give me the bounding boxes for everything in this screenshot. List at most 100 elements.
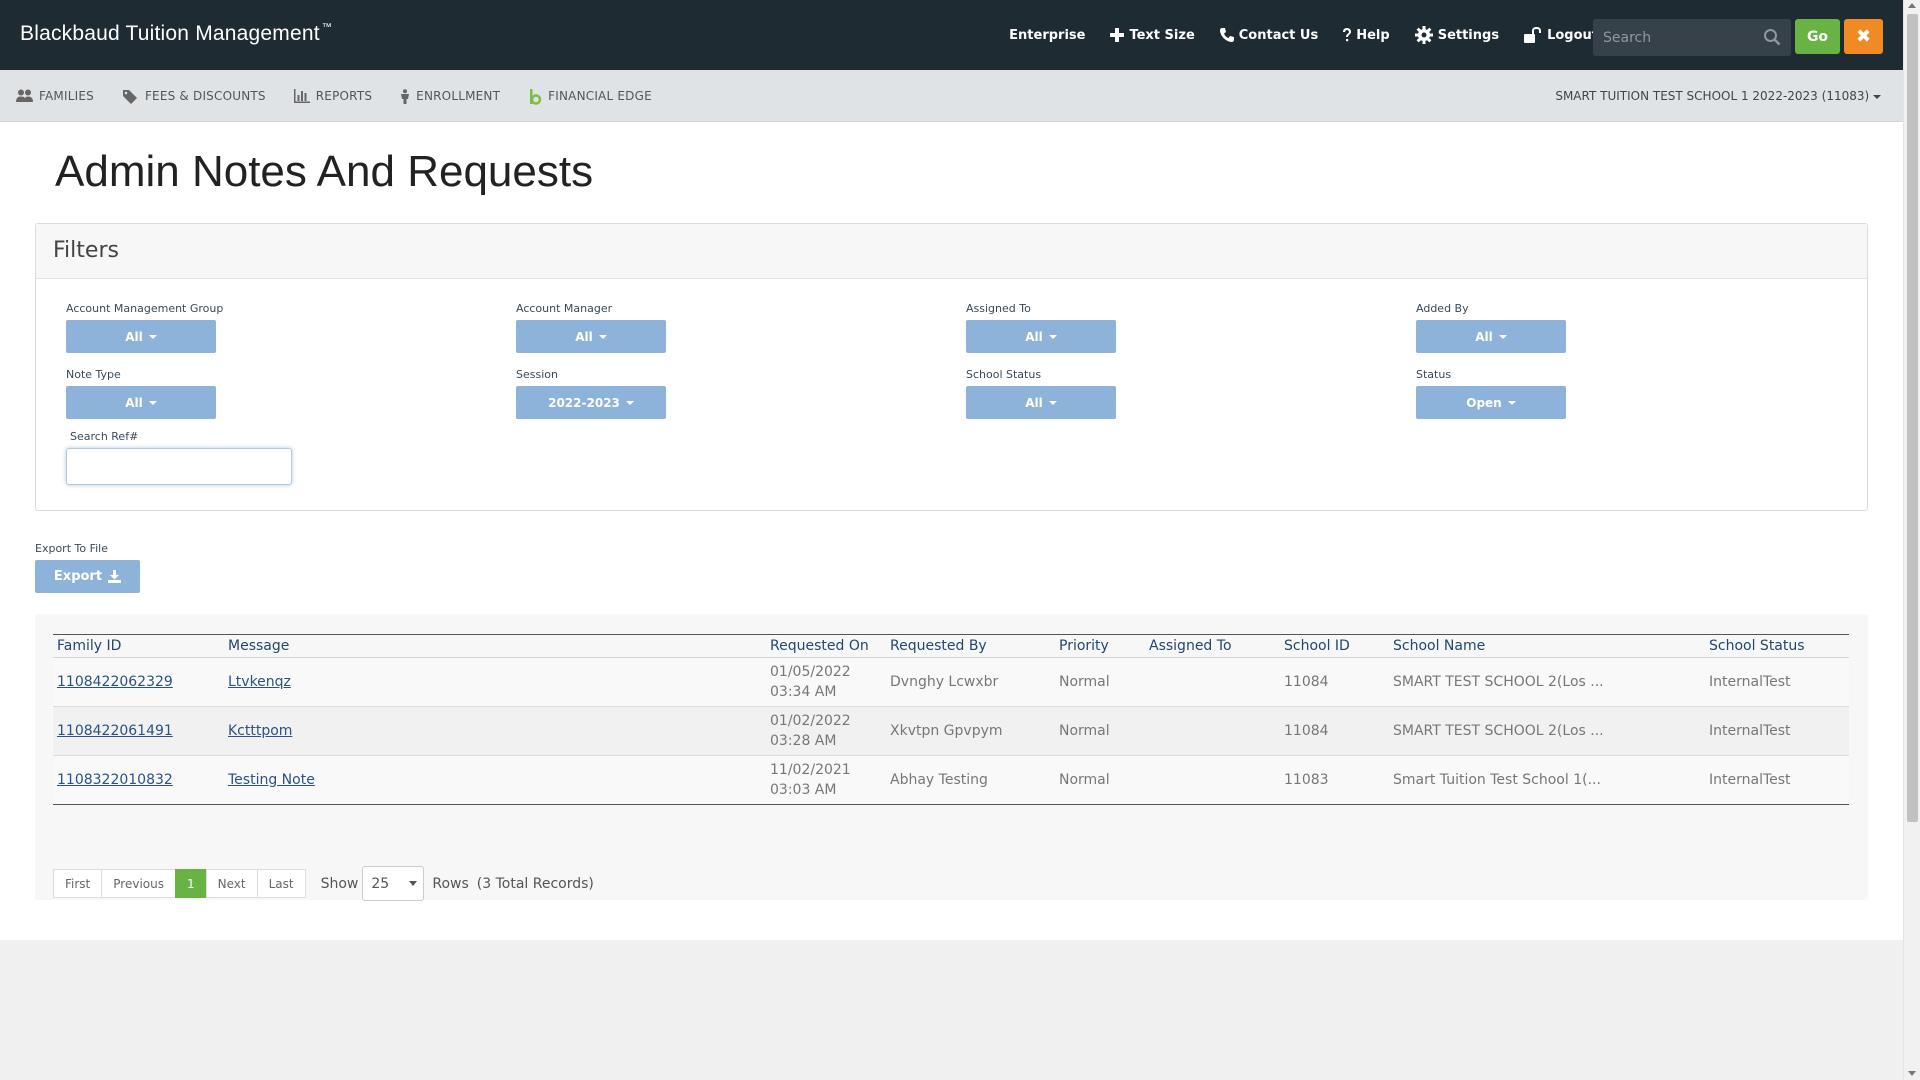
- text-size-link[interactable]: Text Size: [1109, 27, 1195, 43]
- requested-date: 01/02/2022: [770, 713, 851, 729]
- message-cell: Kctttpom: [224, 706, 766, 756]
- close-search-button[interactable]: ✖: [1844, 19, 1883, 54]
- nav-families-label: FAMILIES: [39, 89, 94, 103]
- account-manager-dropdown[interactable]: All: [516, 320, 666, 353]
- family-id-link[interactable]: 1108422061491: [57, 723, 173, 739]
- current-page-button[interactable]: 1: [174, 869, 207, 898]
- dropdown-value: All: [575, 329, 593, 344]
- message-cell: Testing Note: [224, 755, 766, 805]
- help-link[interactable]: Help: [1342, 27, 1390, 43]
- filter-label: Assigned To: [966, 302, 1031, 315]
- school-selector-dropdown[interactable]: SMART TUITION TEST SCHOOL 1 2022-2023 (1…: [1555, 89, 1881, 103]
- page-scrollbar[interactable]: [1903, 0, 1920, 1080]
- column-header-priority[interactable]: Priority: [1055, 634, 1145, 658]
- family-id-link[interactable]: 1108422062329: [57, 674, 173, 690]
- next-page-button[interactable]: Next: [205, 869, 258, 898]
- filter-note-type: Note Type All: [66, 368, 216, 419]
- nav-financial-edge[interactable]: FINANCIAL EDGE: [528, 88, 652, 105]
- priority-cell: Normal: [1055, 706, 1145, 756]
- brand-logo[interactable]: Blackbaud Tuition Management ™: [20, 22, 332, 46]
- school-status-dropdown[interactable]: All: [966, 386, 1116, 419]
- search-ref-input[interactable]: [66, 448, 292, 485]
- caret-down-icon: [598, 334, 607, 339]
- column-header-school-status[interactable]: School Status: [1705, 634, 1849, 658]
- column-header-assigned-to[interactable]: Assigned To: [1145, 634, 1280, 658]
- nav-fees-discounts[interactable]: FEES & DISCOUNTS: [122, 89, 266, 104]
- filter-school-status: School Status All: [966, 368, 1116, 419]
- column-header-school-id[interactable]: School ID: [1280, 634, 1389, 658]
- top-header: Blackbaud Tuition Management ™ Enterprise…: [0, 0, 1903, 70]
- school-name-cell: Smart Tuition Test School 1(...: [1389, 755, 1705, 805]
- nav-enrollment[interactable]: ENROLLMENT: [400, 88, 500, 104]
- assigned-to-dropdown[interactable]: All: [966, 320, 1116, 353]
- first-page-button[interactable]: First: [53, 869, 103, 898]
- column-header-school-name[interactable]: School Name: [1389, 634, 1705, 658]
- school-name-cell: SMART TEST SCHOOL 2(Los ...: [1389, 706, 1705, 756]
- school-status-cell: InternalTest: [1705, 755, 1849, 805]
- school-id-cell: 11084: [1280, 706, 1389, 756]
- settings-link[interactable]: Settings: [1414, 25, 1499, 45]
- added-by-dropdown[interactable]: All: [1416, 320, 1566, 353]
- note-type-dropdown[interactable]: All: [66, 386, 216, 419]
- filters-panel: Filters Account Management Group All Acc…: [35, 223, 1868, 511]
- pagination: First Previous 1 Next Last Show 25 Rows …: [53, 866, 594, 901]
- school-id-cell: 11084: [1280, 657, 1389, 707]
- filter-label: Account Management Group: [66, 302, 224, 315]
- family-id-cell: 1108422062329: [53, 657, 224, 707]
- chevron-down-icon: [409, 881, 418, 886]
- column-header-requested-by[interactable]: Requested By: [886, 634, 1055, 658]
- previous-page-button[interactable]: Previous: [101, 869, 176, 898]
- nav-financial-edge-label: FINANCIAL EDGE: [548, 89, 652, 103]
- export-label: Export To File: [35, 542, 108, 555]
- message-link[interactable]: Ltvkenqz: [228, 674, 291, 690]
- unlock-icon: [1524, 27, 1542, 43]
- account-management-group-dropdown[interactable]: All: [66, 320, 216, 353]
- person-icon: [401, 88, 410, 104]
- scroll-down-arrow-icon[interactable]: [1908, 1071, 1916, 1076]
- rows-per-page-select[interactable]: 25: [362, 866, 425, 901]
- column-header-message[interactable]: Message: [224, 634, 766, 658]
- filter-label: Session: [516, 368, 558, 381]
- status-dropdown[interactable]: Open: [1416, 386, 1566, 419]
- phone-icon: [1219, 28, 1234, 42]
- chevron-down-icon: [1873, 94, 1881, 99]
- table-row: 1108422062329 Ltvkenqz 01/05/2022 03:34 A…: [53, 657, 1849, 707]
- nav-fees-discounts-label: FEES & DISCOUNTS: [144, 89, 266, 103]
- page: Blackbaud Tuition Management ™ Enterprise…: [0, 0, 1903, 1080]
- school-name-cell: SMART TEST SCHOOL 2(Los ...: [1389, 657, 1705, 707]
- caret-down-icon: [1048, 334, 1057, 339]
- filter-label: Account Manager: [516, 302, 613, 315]
- global-search: [1593, 19, 1791, 56]
- requested-by-cell: Xkvtpn Gpvpym: [886, 706, 1055, 756]
- brand-name: Blackbaud Tuition Management: [20, 22, 320, 45]
- export-button[interactable]: Export: [35, 560, 140, 593]
- scrollbar-thumb[interactable]: [1907, 14, 1918, 822]
- go-button[interactable]: Go: [1795, 19, 1840, 54]
- enterprise-link[interactable]: Enterprise: [1009, 28, 1085, 43]
- search-input[interactable]: [1593, 29, 1758, 46]
- requested-time: 03:34 AM: [770, 684, 837, 700]
- rows-per-page-value: 25: [371, 875, 390, 892]
- nav-families[interactable]: FAMILIES: [16, 89, 94, 103]
- assigned-to-cell: [1145, 657, 1280, 707]
- logout-link[interactable]: Logout: [1523, 26, 1598, 44]
- contact-us-link[interactable]: Contact Us: [1219, 27, 1318, 43]
- family-id-link[interactable]: 1108322010832: [57, 772, 173, 788]
- message-link[interactable]: Testing Note: [228, 772, 315, 788]
- table-row: 1108322010832 Testing Note 11/02/2021 03:…: [53, 755, 1849, 805]
- column-header-requested-on[interactable]: Requested On: [766, 634, 886, 658]
- rows-label: Rows: [432, 875, 469, 892]
- requested-time: 03:28 AM: [770, 733, 837, 749]
- session-dropdown[interactable]: 2022-2023: [516, 386, 666, 419]
- last-page-button[interactable]: Last: [256, 869, 306, 898]
- requested-time: 03:03 AM: [770, 782, 837, 798]
- scroll-up-arrow-icon[interactable]: [1908, 3, 1916, 8]
- school-id-cell: 11083: [1280, 755, 1389, 805]
- family-id-cell: 1108422061491: [53, 706, 224, 756]
- search-icon[interactable]: [1763, 28, 1781, 46]
- nav-reports[interactable]: REPORTS: [293, 89, 372, 103]
- message-link[interactable]: Kctttpom: [228, 723, 292, 739]
- bar-chart-icon: [293, 89, 310, 103]
- filter-account-manager: Account Manager All: [516, 302, 666, 353]
- column-header-family-id[interactable]: Family ID: [53, 634, 224, 658]
